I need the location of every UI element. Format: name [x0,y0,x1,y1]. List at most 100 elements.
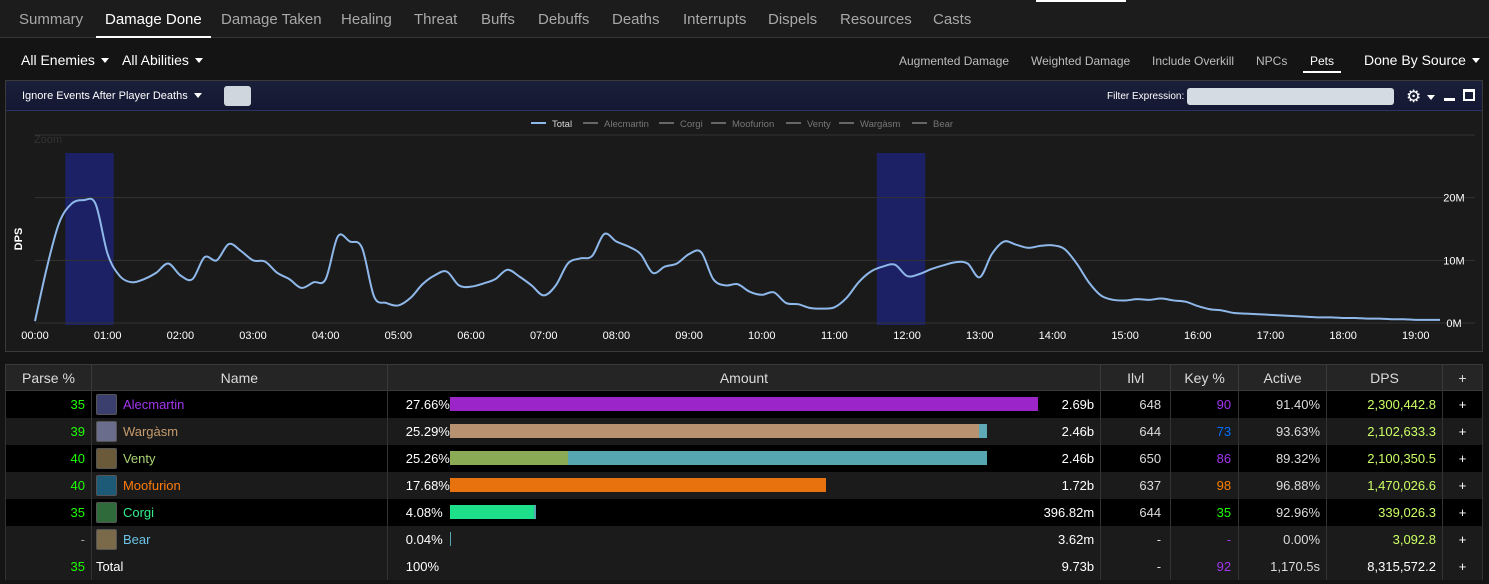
x-tick-label: 08:00 [603,330,631,342]
dps-cell: 3,092.8 [1326,525,1443,553]
tab-buffs[interactable]: Buffs [481,0,515,38]
option-include-overkill[interactable]: Include Overkill [1152,54,1234,68]
amount-bar [449,504,1038,519]
header-ilvl[interactable]: Ilvl [1100,364,1172,391]
tab-deaths[interactable]: Deaths [612,0,660,38]
amount-bar-segment [533,504,537,519]
x-tick-label: 14:00 [1039,330,1067,342]
ilvl-cell: 644 [1100,498,1172,526]
parse-cell: 35 [5,552,92,580]
header-amount[interactable]: Amount [386,364,1102,391]
maximize-icon[interactable] [1463,89,1475,101]
active-cell: 89.32% [1238,444,1328,472]
source-dropdown[interactable]: Done By Source [1364,52,1480,68]
header-active[interactable]: Active [1238,364,1328,391]
spec-icon [95,528,117,550]
expand-plus-icon[interactable]: + [1441,444,1484,472]
table-header: Parse % Name Amount Ilvl Key % Active DP… [5,364,1484,391]
player-name-link[interactable]: Venty [123,451,156,466]
dps-cell: 2,300,442.8 [1326,390,1443,418]
expand-plus-icon[interactable]: + [1441,498,1484,526]
header-key[interactable]: Key % [1170,364,1240,391]
tab-casts[interactable]: Casts [933,0,971,38]
tab-damage-taken[interactable]: Damage Taken [221,0,322,38]
active-cell: 0.00% [1238,525,1328,553]
x-tick-label: 01:00 [94,330,122,342]
option-pets[interactable]: Pets [1303,54,1342,73]
header-dps[interactable]: DPS [1326,364,1443,391]
table-row[interactable]: - Bear 0.04% 3.62m - - 0.00% 3,092.8 + [5,525,1484,553]
legend-item: Corgi [680,119,703,130]
table-row[interactable]: 35 Alecmartin 27.66% 2.69b 648 90 91.40% … [5,390,1484,418]
ignore-events-dropdown[interactable]: Ignore Events After Player Deaths [22,90,202,102]
amount-percent: 100% [405,558,440,574]
spec-icon [95,501,117,523]
expand-plus-icon[interactable]: + [1441,525,1484,553]
chevron-down-icon [100,58,109,63]
player-name-link[interactable]: Alecmartin [123,397,184,412]
player-name-link[interactable]: Wargàsm [123,424,178,439]
amount-value: 396.82m [1043,504,1095,520]
damage-table: Parse % Name Amount Ilvl Key % Active DP… [5,364,1484,580]
tab-threat[interactable]: Threat [414,0,457,38]
tab-dispels[interactable]: Dispels [768,0,817,38]
option-npcs[interactable]: NPCs [1256,54,1287,68]
toggle-swatch[interactable] [224,86,251,106]
tab-resources[interactable]: Resources [840,0,912,38]
minimize-icon[interactable] [1444,98,1455,101]
enemies-dropdown[interactable]: All Enemies [21,52,109,68]
header-parse[interactable]: Parse % [5,364,92,391]
filter-expression-input[interactable] [1187,88,1394,105]
active-cell: 93.63% [1238,417,1328,445]
x-tick-label: 06:00 [457,330,485,342]
x-tick-label: 15:00 [1111,330,1139,342]
option-augmented-damage[interactable]: Augmented Damage [899,54,1009,68]
x-tick-label: 16:00 [1184,330,1212,342]
chevron-down-icon[interactable] [1427,95,1435,100]
name-cell: Moofurion [90,471,388,499]
table-row[interactable]: 40 Venty 25.26% 2.46b 650 86 89.32% 2,100… [5,444,1484,472]
dps-chart[interactable]: 0M 10M 20M 00:00 01:00 02:00 03:00 04:00 05:00 06… [6,111,1482,351]
expand-plus-icon[interactable]: + [1441,552,1484,580]
abilities-dropdown[interactable]: All Abilities [122,52,203,68]
y-tick-label: 10M [1443,255,1464,267]
legend-item: Venty [807,119,831,130]
x-tick-label: 03:00 [239,330,267,342]
parse-cell: 35 [5,498,92,526]
key-cell: 73 [1170,417,1240,445]
expand-plus-icon[interactable]: + [1441,390,1484,418]
header-plus[interactable]: + [1441,364,1484,391]
dps-cell: 2,102,633.3 [1326,417,1443,445]
table-row[interactable]: 39 Wargàsm 25.29% 2.46b 644 73 93.63% 2,1… [5,417,1484,445]
tab-damage-done[interactable]: Damage Done [96,0,211,38]
tab-interrupts[interactable]: Interrupts [683,0,746,38]
player-name-link[interactable]: Bear [123,532,150,547]
top-accent-line [1036,0,1126,2]
expand-plus-icon[interactable]: + [1441,471,1484,499]
x-tick-label: 12:00 [893,330,921,342]
parse-cell: 40 [5,444,92,472]
header-name[interactable]: Name [90,364,388,391]
amount-value: 9.73b [1061,558,1095,574]
x-tick-label: 18:00 [1329,330,1357,342]
tab-debuffs[interactable]: Debuffs [538,0,589,38]
tab-summary[interactable]: Summary [19,0,83,38]
key-cell: - [1170,525,1240,553]
option-weighted-damage[interactable]: Weighted Damage [1031,54,1130,68]
amount-bar [449,450,1038,465]
table-row[interactable]: 40 Moofurion 17.68% 1.72b 637 98 96.88% 1… [5,471,1484,499]
tab-healing[interactable]: Healing [341,0,392,38]
dps-cell: 2,100,350.5 [1326,444,1443,472]
name-cell: Wargàsm [90,417,388,445]
spec-icon [95,420,117,442]
x-tick-label: 11:00 [821,330,848,342]
amount-value: 2.69b [1061,397,1095,412]
parse-cell: - [5,525,92,553]
gear-icon[interactable]: ⚙ [1406,87,1421,107]
player-name-link[interactable]: Moofurion [123,478,181,493]
table-row[interactable]: 35 Corgi 4.08% 396.82m 644 35 92.96% 339,… [5,498,1484,526]
player-name-link[interactable]: Corgi [123,505,154,520]
spec-icon [95,447,117,469]
amount-percent: 27.66% [405,397,450,412]
expand-plus-icon[interactable]: + [1441,417,1484,445]
